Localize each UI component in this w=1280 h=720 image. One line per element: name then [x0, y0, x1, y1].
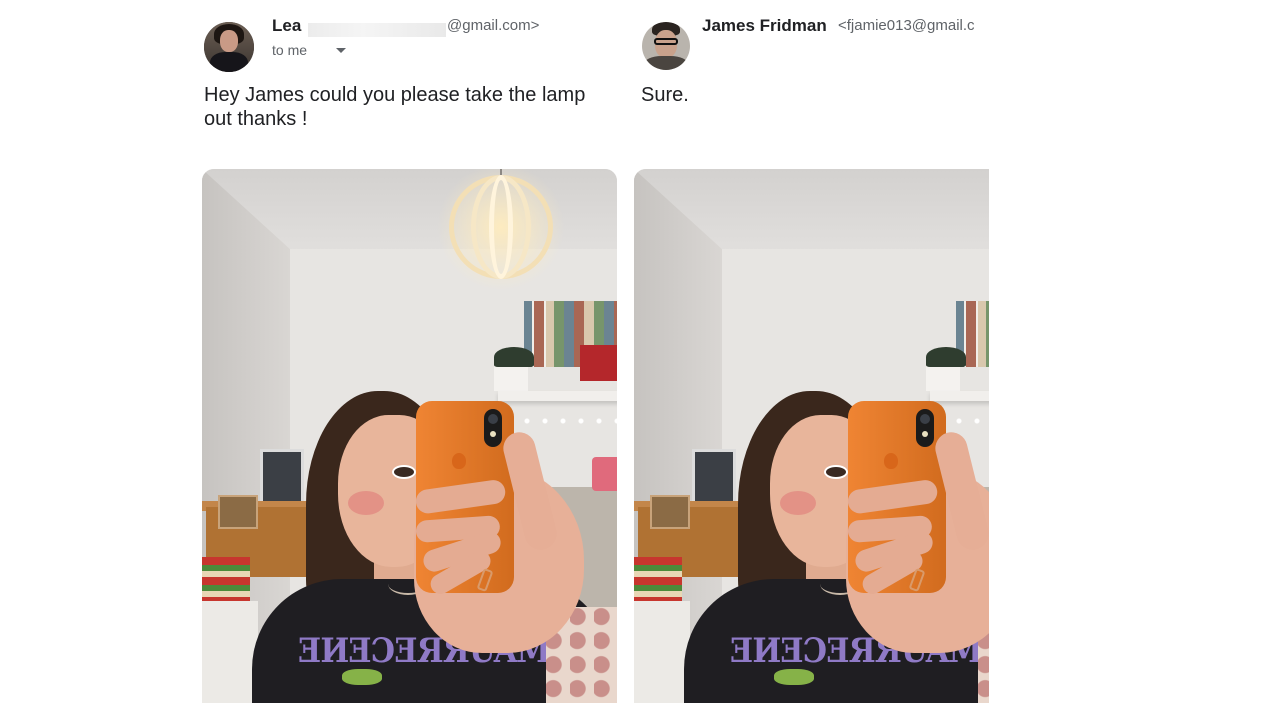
sender-name[interactable]: Lea	[272, 16, 301, 36]
sender-header: James Fridman <fjamie013@gmail.c	[642, 14, 989, 74]
apple-logo-icon	[452, 453, 466, 469]
attachment-photo[interactable]: ƎИƎƆƎЯЯUAM	[634, 169, 989, 703]
avatar[interactable]	[642, 22, 690, 70]
chevron-down-icon[interactable]	[336, 48, 346, 53]
redacted-email	[308, 23, 446, 37]
recipient-label[interactable]: to me	[272, 42, 307, 58]
sender-email: <fjamie013@gmail.c	[838, 17, 975, 34]
sender-email: @gmail.com>	[447, 17, 540, 34]
apple-logo-icon	[884, 453, 898, 469]
sender-name[interactable]: James Fridman	[702, 16, 827, 36]
message-body: Hey James could you please take the lamp…	[204, 84, 586, 130]
avatar[interactable]	[204, 22, 254, 72]
sender-header: Lea @gmail.com> to me	[204, 14, 625, 74]
pendant-lamp	[437, 169, 565, 291]
attachment-photo[interactable]: ƎИƎƆƎЯЯUAM	[202, 169, 617, 703]
message-body: Sure.	[641, 84, 689, 106]
email-right: James Fridman <fjamie013@gmail.c Sure. Ǝ…	[626, 0, 989, 720]
email-left: Lea @gmail.com> to me Hey James could yo…	[188, 0, 625, 720]
